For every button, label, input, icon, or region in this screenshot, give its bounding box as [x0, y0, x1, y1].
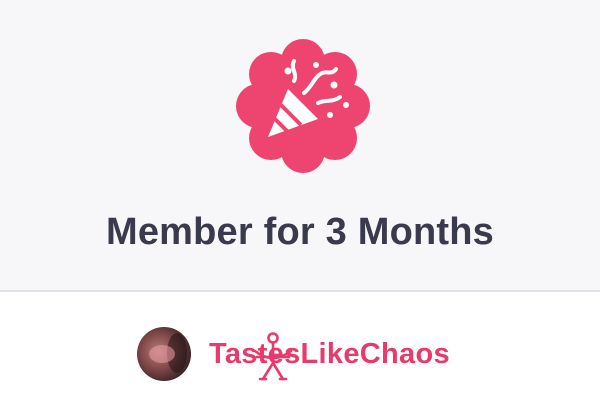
avatar-highlight: [149, 345, 175, 363]
milestone-panel: Member for 3 Months: [0, 0, 600, 290]
archer-icon: [251, 331, 295, 385]
milestone-title: Member for 3 Months: [105, 211, 495, 253]
profile-row[interactable]: TastesLikeChaos: [0, 292, 600, 417]
username-link[interactable]: TastesLikeChaos: [209, 336, 450, 372]
milestone-card: Member for 3 Months TastesLikeChaos: [0, 0, 600, 417]
avatar[interactable]: [137, 327, 191, 381]
party-popper-icon: [234, 37, 372, 175]
